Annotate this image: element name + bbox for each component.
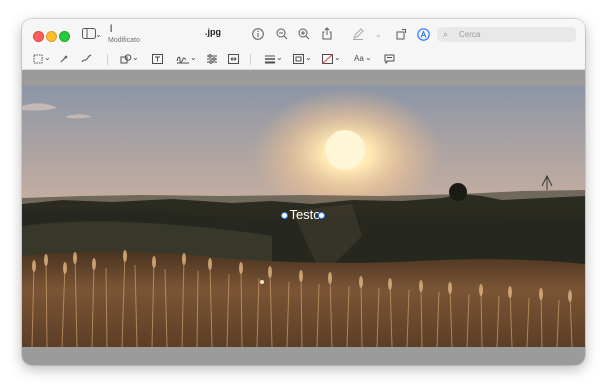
toolbar-separator: [250, 54, 251, 65]
text-style-button[interactable]: Aa: [354, 54, 364, 63]
chevron-down-icon[interactable]: ⌄: [334, 53, 341, 62]
adjust-size-icon[interactable]: [228, 54, 239, 66]
maximize-button[interactable]: [59, 31, 70, 42]
search-placeholder: Cerca: [459, 30, 481, 39]
document-extension: .jpg: [205, 27, 221, 37]
sign-icon[interactable]: [176, 54, 190, 66]
title-bar: ⌄ l Modificato .jpg ⌄ ⌕ Cerca: [22, 19, 585, 50]
chevron-down-icon[interactable]: ⌄: [190, 53, 197, 62]
document-image: Testo: [22, 86, 585, 347]
shapes-icon[interactable]: [120, 54, 132, 66]
canvas-margin-bottom: [22, 347, 585, 365]
selection-icon[interactable]: [33, 54, 43, 66]
chevron-down-icon[interactable]: ⌄: [305, 53, 312, 62]
search-field[interactable]: ⌕ Cerca: [437, 27, 576, 42]
sketch-icon[interactable]: [81, 54, 92, 66]
description-icon[interactable]: [384, 54, 395, 66]
resize-handle-right[interactable]: [318, 212, 325, 219]
adjust-color-icon[interactable]: [207, 54, 217, 66]
toolbar-separator: [107, 54, 108, 65]
text-box-icon[interactable]: [152, 54, 163, 66]
chevron-down-icon[interactable]: ⌄: [44, 53, 51, 62]
text-annotation[interactable]: Testo: [281, 206, 325, 224]
chevron-down-icon[interactable]: ⌄: [375, 29, 382, 41]
instant-alpha-icon[interactable]: [59, 54, 69, 66]
search-icon: ⌕: [443, 29, 449, 39]
border-color-icon[interactable]: [293, 54, 304, 66]
document-name[interactable]: l: [110, 24, 112, 35]
chevron-down-icon[interactable]: ⌄: [365, 53, 372, 62]
share-icon[interactable]: [321, 27, 333, 43]
chevron-down-icon[interactable]: ⌄: [276, 53, 283, 62]
chevron-down-icon[interactable]: ⌄: [95, 29, 102, 41]
markup-toolbar: ⌄ ⌄ ⌄ ⌄ ⌄ ⌄ Aa ⌄: [22, 50, 585, 70]
document-status: Modificato: [108, 37, 140, 44]
markup-icon[interactable]: [417, 28, 430, 44]
minimize-button[interactable]: [46, 31, 57, 42]
canvas-margin-top: [22, 70, 585, 86]
fill-color-icon[interactable]: [322, 54, 333, 66]
close-button[interactable]: [33, 31, 44, 42]
zoom-out-icon[interactable]: [276, 28, 288, 43]
rotate-icon[interactable]: [396, 28, 408, 43]
zoom-in-icon[interactable]: [298, 28, 310, 43]
info-icon[interactable]: [252, 28, 264, 43]
preview-window: ⌄ l Modificato .jpg ⌄ ⌕ Cerca ⌄ ⌄ ⌄ ⌄ ⌄ …: [22, 19, 585, 365]
line-style-icon[interactable]: [265, 54, 275, 66]
highlight-icon[interactable]: [352, 28, 364, 43]
chevron-down-icon[interactable]: ⌄: [132, 53, 139, 62]
